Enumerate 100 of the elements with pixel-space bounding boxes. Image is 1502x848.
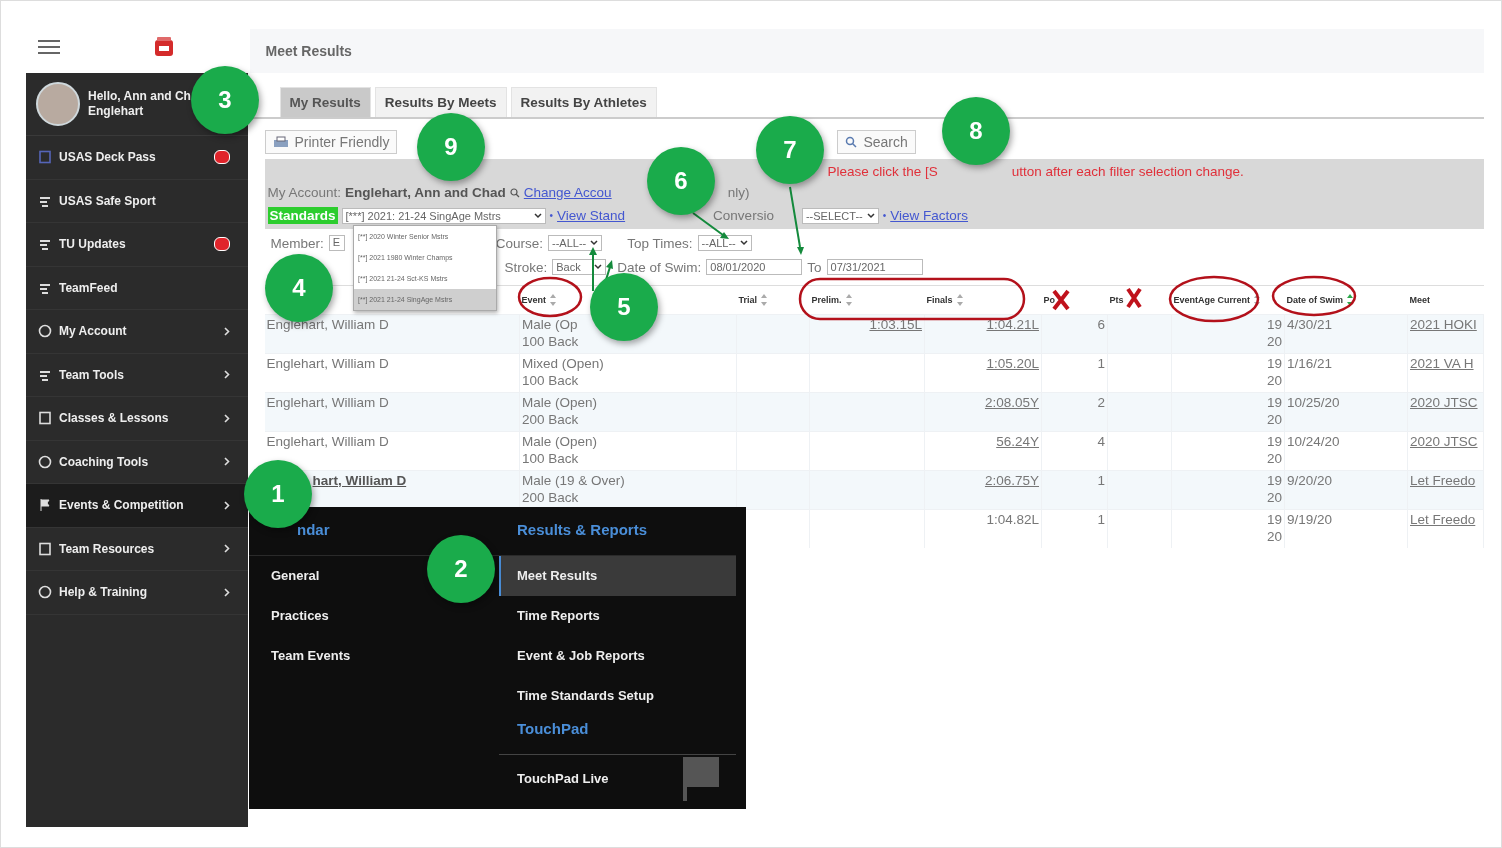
account-note: nly) <box>727 185 750 200</box>
sidebar-item[interactable]: My Account <box>26 310 248 354</box>
page-title: Meet Results <box>265 43 352 59</box>
finals-time[interactable]: 2:06.75Y <box>984 473 1039 488</box>
event-text: 100 Back <box>522 450 580 467</box>
place-cell: 4 <box>1097 434 1105 449</box>
date-cell: 10/24/20 <box>1287 434 1340 449</box>
column-header[interactable]: EventAge Current <box>1173 295 1250 305</box>
event-text: 200 Back <box>522 411 580 428</box>
menu-item[interactable]: Meet Results <box>499 556 736 596</box>
meet-link[interactable]: 2020 JTSC <box>1410 434 1478 449</box>
sort-icon[interactable] <box>1346 293 1354 307</box>
event-text: 200 Back <box>522 489 580 506</box>
column-header[interactable]: Prelim. <box>811 295 842 305</box>
sidebar-item[interactable]: Team Tools <box>26 353 248 397</box>
event-age: 19 <box>1266 511 1282 528</box>
logo-icon[interactable] <box>153 36 175 58</box>
sidebar-item[interactable]: USAS Deck Pass <box>26 136 248 180</box>
sidebar-item[interactable]: Classes & Lessons <box>26 397 248 441</box>
date-to-field[interactable]: 07/31/2021 <box>826 259 923 275</box>
menu-item-icon <box>38 541 52 556</box>
account-name: Englehart, Ann and Chad <box>345 185 506 200</box>
sidebar-item[interactable]: Help & Training <box>26 571 248 615</box>
chevron-down-icon <box>866 212 875 219</box>
athlete-name[interactable]: hart, William D <box>312 473 407 488</box>
column-header[interactable]: Finals <box>926 295 953 305</box>
menu-item-icon <box>38 585 52 600</box>
sidebar-item[interactable]: Team Resources <box>26 527 248 571</box>
tab[interactable]: My Results <box>279 87 371 117</box>
chevron-down-icon <box>739 240 748 246</box>
finals-time[interactable]: 56.24Y <box>996 434 1039 449</box>
event-text: 100 Back <box>522 372 580 389</box>
conversion-select[interactable]: --SELECT-- <box>801 207 879 224</box>
menu-item[interactable]: Event & Job Reports <box>499 636 736 676</box>
sidebar-item[interactable]: TU Updates <box>26 223 248 267</box>
conversion-label: Conversio <box>713 208 774 223</box>
standards-select[interactable]: [***] 2021: 21-24 SingAge Mstrs <box>341 207 546 224</box>
column-header[interactable]: Po <box>1043 295 1055 305</box>
menu-item[interactable]: Time Standards Setup <box>499 676 736 716</box>
pointer-arrow <box>789 186 804 255</box>
course-label: Course: <box>495 235 544 251</box>
current-age: 20 <box>1266 528 1282 545</box>
menu-item[interactable]: Team Events <box>249 636 351 676</box>
menu-item[interactable]: TouchPad Live <box>499 759 609 799</box>
prelim-time-link[interactable]: 1:03.15L <box>869 317 922 332</box>
column-header[interactable]: Trial <box>738 295 757 305</box>
member-select[interactable]: E <box>328 235 345 251</box>
menu-item[interactable]: General <box>249 556 320 596</box>
sidebar-item[interactable]: TeamFeed <box>26 266 248 310</box>
avatar[interactable] <box>36 82 80 126</box>
column-header[interactable]: Pts <box>1109 295 1124 305</box>
meet-link[interactable]: Let Freedo <box>1410 512 1476 527</box>
place-cell: 6 <box>1097 317 1105 332</box>
place-cell: 1 <box>1097 473 1105 488</box>
current-age: 20 <box>1266 372 1282 389</box>
view-factors-link[interactable]: View Factors <box>890 208 969 223</box>
menu-heading: TouchPad <box>499 720 736 755</box>
search-icon <box>845 136 858 148</box>
sidebar-item[interactable]: USAS Safe Sport <box>26 179 248 223</box>
current-age: 20 <box>1266 333 1282 350</box>
menu-item[interactable]: Practices <box>249 596 329 636</box>
menu-item-icon <box>38 237 52 252</box>
menu-icon[interactable] <box>38 40 60 54</box>
standards-label: Standards <box>267 207 338 224</box>
x-mark-icon <box>1126 287 1142 309</box>
column-header[interactable]: Event <box>521 295 546 305</box>
menu-item[interactable]: Time Reports <box>499 596 736 636</box>
sort-icon[interactable] <box>1253 293 1261 307</box>
change-account-link[interactable]: Change Accou <box>523 185 612 200</box>
finals-time[interactable]: 2:08.05Y <box>984 395 1039 410</box>
view-standards-link[interactable]: View Stand <box>557 208 626 223</box>
finals-time[interactable]: 1:04.21L <box>986 317 1039 332</box>
search-button[interactable]: Search <box>837 130 916 154</box>
finals-time[interactable]: 1:05.20L <box>986 356 1039 371</box>
printer-icon <box>272 135 289 149</box>
column-header[interactable]: Meet <box>1409 295 1430 305</box>
meet-link[interactable]: 2021 VA H <box>1410 356 1474 371</box>
step-callout: 8 <box>942 97 1010 165</box>
date-cell: 9/19/20 <box>1287 512 1333 527</box>
event-text: Mixed (Open) <box>522 355 605 372</box>
stroke-select[interactable]: Back <box>552 259 607 275</box>
column-header[interactable]: Date of Swim <box>1286 295 1343 305</box>
tab[interactable]: Results By Meets <box>374 87 507 117</box>
place-cell: 1 <box>1097 512 1105 527</box>
pointer-arrow <box>589 247 597 292</box>
chevron-down-icon <box>590 240 599 246</box>
top-times-select[interactable]: --ALL-- <box>697 235 752 251</box>
printer-friendly-button[interactable]: Printer Friendly <box>264 130 398 154</box>
tab[interactable]: Results By Athletes <box>510 87 657 117</box>
menu-item-icon <box>38 324 52 339</box>
event-age: 19 <box>1266 316 1282 333</box>
notice-text: Please click the [S <box>827 163 938 179</box>
chevron-down-icon <box>533 212 542 219</box>
athlete-name: Englehart, William D <box>266 434 389 449</box>
course-select[interactable]: --ALL-- <box>548 235 603 251</box>
athlete-name: Englehart, William D <box>266 356 389 371</box>
date-from-field[interactable]: 08/01/2020 <box>706 259 803 275</box>
sidebar-item[interactable]: Events & Competition <box>26 484 248 528</box>
search-icon <box>509 187 520 198</box>
user-name: Englehart <box>88 104 145 119</box>
